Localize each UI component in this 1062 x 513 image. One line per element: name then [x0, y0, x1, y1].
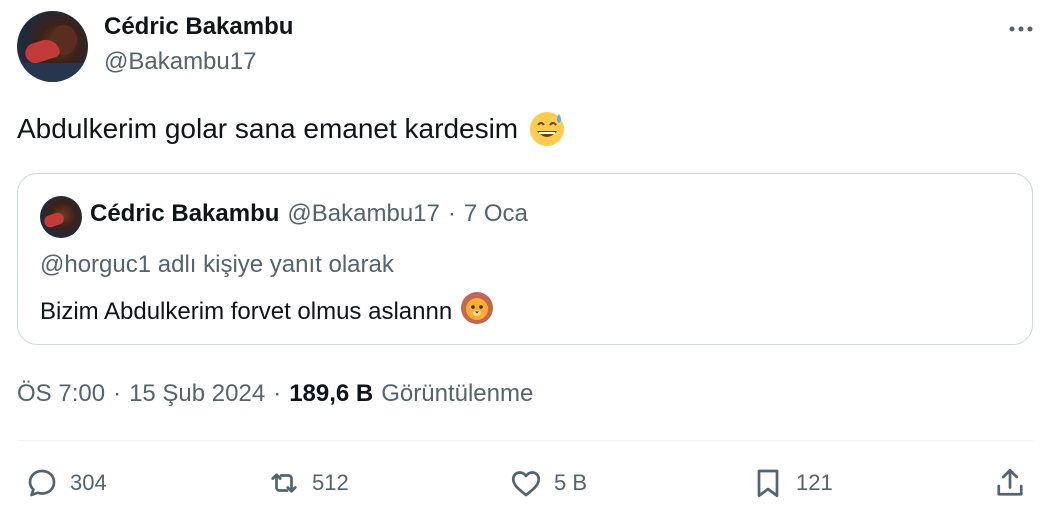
author-avatar[interactable] — [17, 11, 88, 82]
quoted-author-handle[interactable]: @Bakambu17 — [287, 200, 439, 228]
heart-icon — [511, 471, 541, 497]
reply-context: @horguc1 adlı kişiye yanıt olarak — [40, 251, 394, 278]
separator-dot: · — [273, 380, 282, 407]
tweet-body: Abdulkerim golar sana emanet kardesim — [17, 110, 566, 148]
more-options-icon[interactable] — [1006, 14, 1036, 44]
quoted-tweet-date[interactable]: 7 Oca — [464, 200, 528, 228]
bookmark-icon — [757, 469, 779, 498]
grinning-face-with-sweat-icon — [528, 110, 566, 148]
reply-count: 304 — [70, 470, 107, 495]
tweet-text: Abdulkerim golar sana emanet kardesim — [17, 113, 519, 144]
author-handle[interactable]: @Bakambu17 — [104, 48, 256, 76]
views-count: 189,6 B — [289, 380, 374, 407]
divider — [17, 440, 1033, 441]
quoted-tweet-body: Bizim Abdulkerim forvet olmus aslannn — [40, 291, 494, 332]
quoted-tweet-header: Cédric Bakambu @Bakambu17 · 7 Oca — [90, 200, 528, 228]
bookmark-count: 121 — [796, 470, 833, 495]
reply-icon — [28, 469, 56, 497]
bookmark-button[interactable]: 121 — [750, 465, 833, 501]
quoted-tweet-text: Bizim Abdulkerim forvet olmus aslannn — [40, 297, 453, 325]
lion-face-icon — [460, 291, 494, 332]
retweet-icon — [271, 473, 297, 493]
share-icon — [997, 468, 1023, 496]
like-button[interactable]: 5 B — [508, 465, 587, 501]
quoted-author-name[interactable]: Cédric Bakambu — [90, 200, 279, 228]
retweet-count: 512 — [312, 470, 349, 495]
separator-dot: · — [447, 200, 456, 227]
quoted-tweet[interactable]: Cédric Bakambu @Bakambu17 · 7 Oca @horgu… — [17, 173, 1033, 345]
separator-dot: · — [113, 380, 122, 407]
tweet-meta: ÖS 7:00 · 15 Şub 2024 · 189,6 B Görüntül… — [17, 380, 533, 408]
quoted-author-avatar[interactable] — [40, 196, 82, 238]
views-label: Görüntülenme — [381, 380, 534, 407]
reply-button[interactable]: 304 — [24, 465, 107, 501]
tweet-time[interactable]: ÖS 7:00 — [17, 380, 105, 408]
author-name[interactable]: Cédric Bakambu — [104, 13, 293, 41]
share-button[interactable] — [992, 465, 1028, 501]
like-count: 5 B — [554, 470, 588, 495]
tweet-date[interactable]: 15 Şub 2024 — [129, 380, 265, 408]
retweet-button[interactable]: 512 — [266, 465, 349, 501]
